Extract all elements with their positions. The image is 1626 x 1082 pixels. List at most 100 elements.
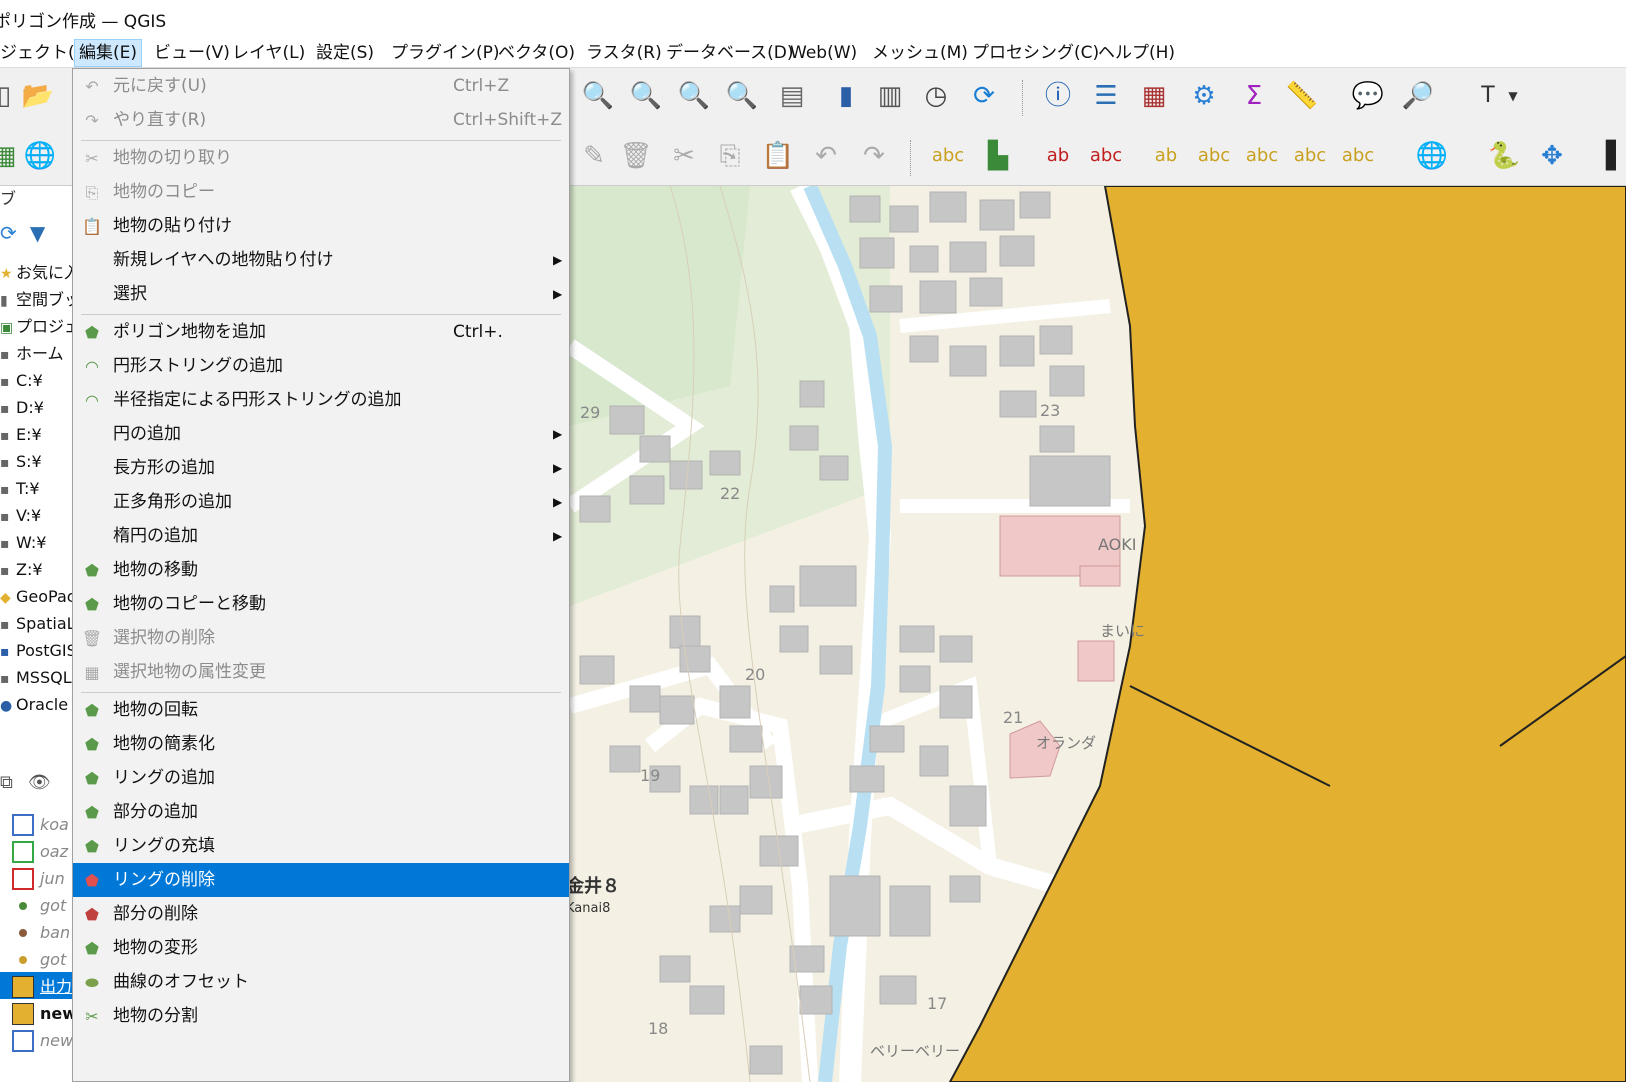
menu-add-circular-string-radius[interactable]: ◠ 半径指定による円形ストリングの追加 — [73, 383, 569, 417]
layer-row[interactable]: got — [0, 945, 75, 972]
menu-offset-curve[interactable]: ⬬ 曲線のオフセット — [73, 965, 569, 999]
browser-item-postgis[interactable]: ▪ PostGIS — [0, 638, 75, 664]
menu-add-ring[interactable]: ⬟ リングの追加 — [73, 761, 569, 795]
menu-undo[interactable]: ↶ 元に戻す(U) Ctrl+Z — [73, 69, 569, 103]
zoom-native-icon[interactable]: 🔍 — [628, 78, 664, 114]
georef-icon[interactable]: ✥ — [1534, 138, 1570, 174]
delete-icon[interactable]: 🗑 — [618, 138, 654, 174]
pin-label-icon[interactable]: ab — [1040, 138, 1076, 174]
browser-item-favorites[interactable]: ★ お気に入 — [0, 260, 75, 286]
menu-add-polygon[interactable]: ⬟ ポリゴン地物を追加 Ctrl+. — [73, 315, 569, 349]
menu-fill-ring[interactable]: ⬟ リングの充填 — [73, 829, 569, 863]
zoom-in-icon[interactable]: 🔍 — [580, 78, 616, 114]
copy-icon[interactable]: ⎘ — [712, 138, 748, 174]
map-tips-icon[interactable]: 💬 — [1350, 78, 1386, 114]
menu-settings[interactable]: 設定(S) — [312, 40, 378, 66]
browser-item-mssql[interactable]: ▪ MSSQL — [0, 665, 75, 691]
change-label-icon[interactable]: abc — [1340, 138, 1376, 174]
menu-database[interactable]: データベース(D) — [662, 40, 798, 66]
map-canvas[interactable]: 29 22 23 20 21 19 17 18 AOKI まいに オランダ 金井… — [570, 186, 1626, 1082]
add-wms-layer-icon[interactable]: 🌐 — [22, 138, 58, 174]
panel-icon[interactable]: ▌ — [1598, 138, 1626, 174]
cut-icon[interactable]: ✂ — [666, 138, 702, 174]
rotate-label-icon[interactable]: abc — [1292, 138, 1328, 174]
browser-item-spatialite[interactable]: ▪ SpatiaL — [0, 611, 75, 637]
eye-icon[interactable]: 👁 — [28, 772, 51, 793]
dropdown-arrow-icon[interactable]: ▼ — [1505, 78, 1521, 114]
browser-item-project[interactable]: ▣ プロジェ — [0, 314, 75, 340]
menu-reshape-feature[interactable]: ⬟ 地物の変形 — [73, 931, 569, 965]
menu-delete-part[interactable]: ⬟ 部分の削除 — [73, 897, 569, 931]
menu-view[interactable]: ビュー(V) — [150, 40, 234, 66]
show-bookmarks-icon[interactable]: ▥ — [872, 78, 908, 114]
zoom-selection-icon[interactable]: 🔍 — [676, 78, 712, 114]
menu-move-feature[interactable]: ⬟ 地物の移動 — [73, 553, 569, 587]
layer-row[interactable]: ban — [0, 918, 75, 945]
browser-item-drive-e[interactable]: ▪ E:¥ — [0, 422, 75, 448]
layer-row-selected[interactable]: 出力 — [0, 972, 75, 999]
new-bookmark-icon[interactable]: ▮ — [828, 78, 864, 114]
browser-item-drive-z[interactable]: ▪ Z:¥ — [0, 557, 75, 583]
menu-add-ellipse[interactable]: 楕円の追加 ▶ — [73, 519, 569, 553]
layer-row[interactable]: got — [0, 891, 75, 918]
show-hide-label-icon[interactable]: abc — [1088, 138, 1124, 174]
move-label-2-icon[interactable]: abc — [1244, 138, 1280, 174]
menu-add-circular-string[interactable]: ◠ 円形ストリングの追加 — [73, 349, 569, 383]
menu-processing[interactable]: プロセシング(C) — [968, 40, 1103, 66]
browser-item-drive-v[interactable]: ▪ V:¥ — [0, 503, 75, 529]
menu-copy-features[interactable]: ⎘ 地物のコピー — [73, 175, 569, 209]
browser-item-bookmarks[interactable]: ▮ 空間ブッ — [0, 287, 75, 313]
open-project-icon[interactable]: 📂 — [20, 78, 56, 114]
menu-simplify-feature[interactable]: ⬟ 地物の簡素化 — [73, 727, 569, 761]
browser-item-oracle[interactable]: ● Oracle — [0, 692, 75, 718]
move-label-icon[interactable]: ab — [1148, 138, 1184, 174]
menu-add-circle[interactable]: 円の追加 ▶ — [73, 417, 569, 451]
refresh-icon[interactable]: ⟳ — [966, 78, 1002, 114]
undo-icon[interactable]: ↶ — [808, 138, 844, 174]
browser-item-drive-t[interactable]: ▪ T:¥ — [0, 476, 75, 502]
browser-item-drive-w[interactable]: ▪ W:¥ — [0, 530, 75, 556]
menu-modify-attributes[interactable]: ▦ 選択地物の属性変更 — [73, 655, 569, 689]
menu-paste-new-layer[interactable]: 新規レイヤへの地物貼り付け ▶ — [73, 243, 569, 277]
layer-row[interactable]: jun — [0, 864, 75, 891]
measure-icon[interactable]: 📏 — [1284, 78, 1320, 114]
menu-plugins[interactable]: プラグイン(P) — [387, 40, 504, 66]
edit-vertex-icon[interactable]: ✎ — [576, 138, 612, 174]
field-calculator-icon[interactable]: ▦ — [1136, 78, 1172, 114]
menu-add-rectangle[interactable]: 長方形の追加 ▶ — [73, 451, 569, 485]
new-project-icon[interactable]: ▯ — [0, 78, 22, 114]
statistics-icon[interactable]: Σ — [1236, 78, 1272, 114]
identify-icon[interactable]: ⓘ — [1040, 78, 1076, 114]
zoom-layer-icon[interactable]: 🔍 — [724, 78, 760, 114]
menu-web[interactable]: Web(W) — [786, 40, 861, 66]
diagram-icon[interactable]: ▙ — [980, 138, 1016, 174]
browser-item-home[interactable]: ▪ ホーム — [0, 341, 75, 367]
browser-item-geopackage[interactable]: ◆ GeoPac — [0, 584, 75, 610]
menu-cut-features[interactable]: ✂ 地物の切り取り — [73, 141, 569, 175]
filter-icon[interactable]: ▼ — [30, 221, 45, 245]
globe-icon[interactable]: 🌐 — [1414, 138, 1450, 174]
text-annotation-icon[interactable]: T — [1470, 78, 1506, 114]
temporal-controller-icon[interactable]: ◷ — [918, 78, 954, 114]
add-vector-layer-icon[interactable]: ▦ — [0, 138, 22, 174]
menu-paste-features[interactable]: 📋 地物の貼り付け — [73, 209, 569, 243]
menu-add-part[interactable]: ⬟ 部分の追加 — [73, 795, 569, 829]
menu-raster[interactable]: ラスタ(R) — [582, 40, 666, 66]
menu-rotate-feature[interactable]: ⬟ 地物の回転 — [73, 693, 569, 727]
menu-split-feature[interactable]: ✂ 地物の分割 — [73, 999, 569, 1033]
menu-redo[interactable]: ↷ やり直す(R) Ctrl+Shift+Z — [73, 103, 569, 137]
menu-layer[interactable]: レイヤ(L) — [228, 40, 309, 66]
layer-row[interactable]: new — [0, 1026, 75, 1053]
show-label-icon[interactable]: abc — [1196, 138, 1232, 174]
menu-delete-ring[interactable]: ⬟ リングの削除 — [73, 863, 569, 897]
menu-vector[interactable]: ベクタ(O) — [494, 40, 579, 66]
new-map-view-icon[interactable]: ▤ — [774, 78, 810, 114]
browser-item-drive-s[interactable]: ▪ S:¥ — [0, 449, 75, 475]
select-icon[interactable]: 🔎 — [1400, 78, 1436, 114]
layer-row[interactable]: oaz — [0, 837, 75, 864]
menu-edit[interactable]: 編集(E) — [74, 39, 143, 67]
attribute-table-icon[interactable]: ☰ — [1088, 78, 1124, 114]
browser-item-drive-d[interactable]: ▪ D:¥ — [0, 395, 75, 421]
layer-style-icon[interactable]: ⧉ — [0, 772, 13, 793]
label-icon[interactable]: abc — [930, 138, 966, 174]
